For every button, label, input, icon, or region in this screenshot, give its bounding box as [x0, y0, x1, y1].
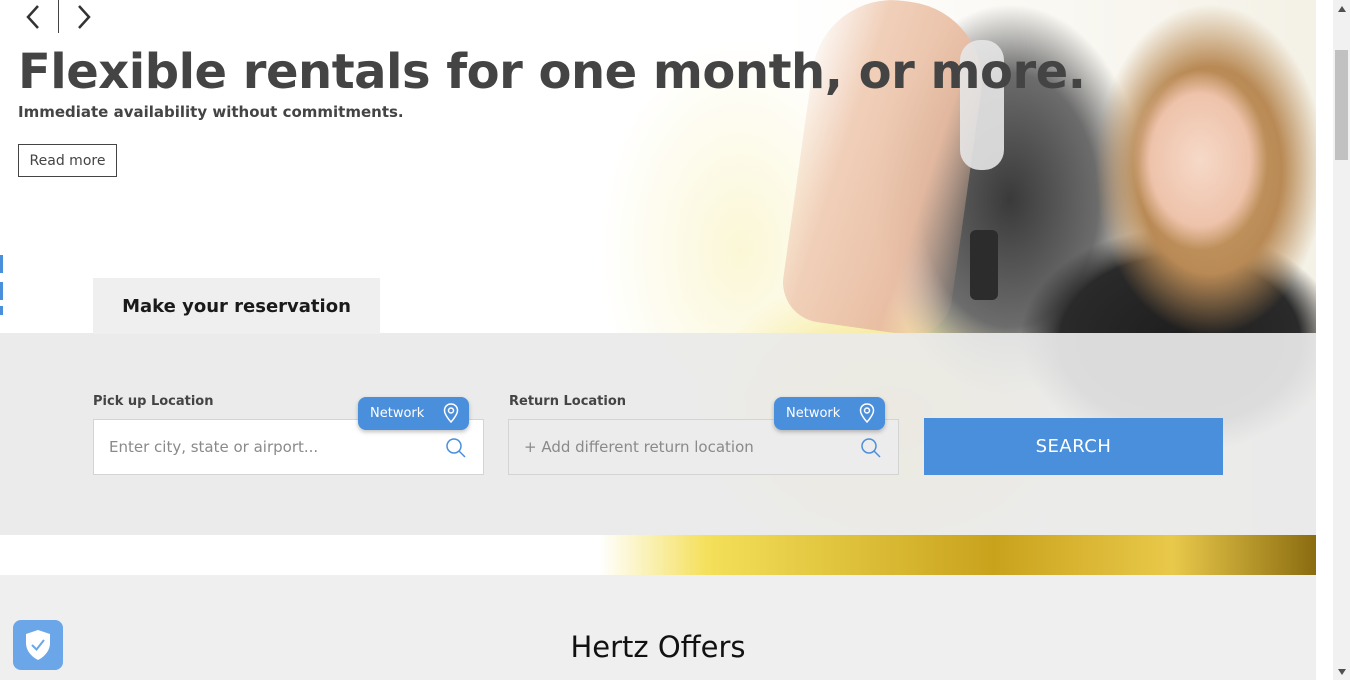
pickup-network-button[interactable]: Network	[358, 397, 469, 430]
slider-prev-button[interactable]	[18, 0, 48, 33]
scroll-up-button[interactable]	[1333, 0, 1350, 17]
scroll-down-button[interactable]	[1333, 663, 1350, 680]
privacy-shield-button[interactable]	[13, 620, 63, 670]
return-location-placeholder: + Add different return location	[524, 438, 754, 456]
triangle-down-icon	[1337, 668, 1346, 675]
slider-arrow-divider	[58, 0, 59, 33]
search-button[interactable]: SEARCH	[924, 418, 1223, 475]
chevron-right-icon	[78, 4, 91, 29]
vertical-scrollbar[interactable]	[1333, 0, 1350, 680]
map-pin-icon	[859, 403, 875, 423]
pickup-network-label: Network	[370, 406, 425, 421]
return-location-label: Return Location	[509, 394, 627, 409]
search-icon[interactable]	[445, 437, 467, 459]
reservation-tab[interactable]: Make your reservation	[93, 278, 380, 334]
shield-check-icon	[26, 630, 50, 660]
page-viewport: Flexible rentals for one month, or more.…	[0, 0, 1316, 680]
slider-arrows	[18, 0, 99, 33]
read-more-button[interactable]: Read more	[18, 144, 117, 177]
pickup-location-placeholder: Enter city, state or airport...	[109, 438, 319, 456]
slider-next-button[interactable]	[69, 0, 99, 33]
offers-section	[0, 575, 1316, 680]
offers-title: Hertz Offers	[570, 630, 746, 664]
chevron-left-icon	[26, 4, 39, 29]
page-gutter	[1316, 0, 1333, 680]
hero-gold-strip	[600, 535, 1316, 575]
triangle-up-icon	[1337, 5, 1346, 12]
return-network-button[interactable]: Network	[774, 397, 885, 430]
hero-photo-key-fob	[970, 230, 998, 300]
return-network-label: Network	[786, 406, 841, 421]
hero-subline: Immediate availability without commitmen…	[18, 103, 404, 121]
side-marker	[0, 255, 3, 315]
search-icon[interactable]	[860, 437, 882, 459]
pickup-location-label: Pick up Location	[93, 394, 214, 409]
map-pin-icon	[443, 403, 459, 423]
scroll-thumb[interactable]	[1335, 50, 1348, 160]
hero-headline: Flexible rentals for one month, or more.	[18, 44, 1086, 100]
